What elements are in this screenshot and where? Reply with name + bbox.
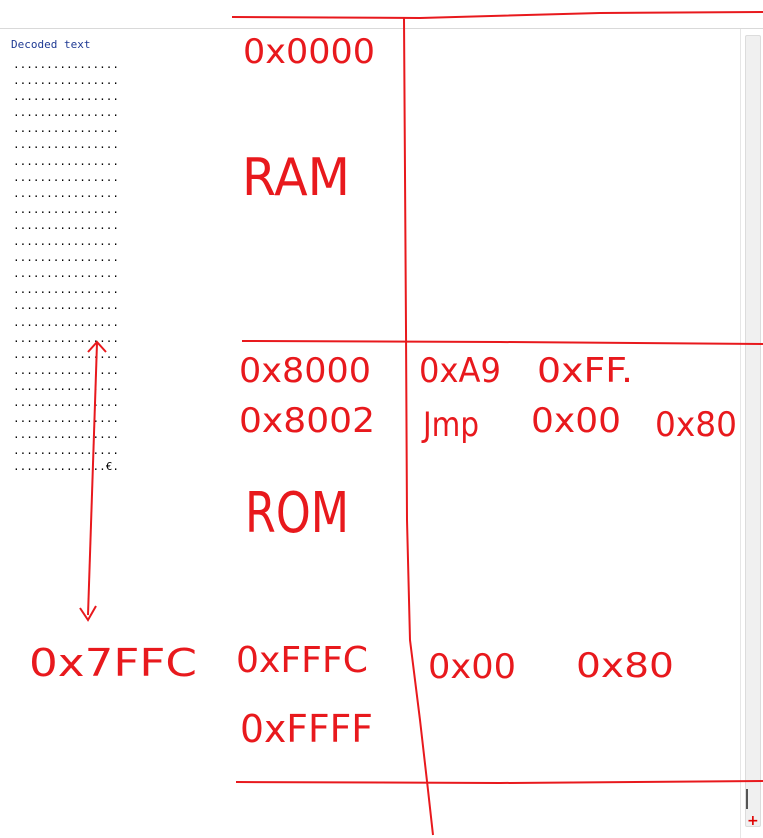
top-line (231, 11, 763, 20)
opcode-lda: 0xA9 (419, 351, 501, 391)
memory-map-drawing: 0x0000 RAM 0x8000 0x8002 0xA9 0xFF. Jmp … (29, 11, 763, 836)
reset-vector-high: 0x80 (576, 646, 674, 686)
rom-end-address: 0xFFFF (240, 707, 373, 751)
jmp-low-byte: 0x00 (531, 401, 621, 441)
reset-vector-low: 0x00 (428, 647, 516, 687)
rom-next-address: 0x8002 (239, 401, 375, 441)
offset-arrow (87, 342, 98, 616)
ram-start-address: 0x0000 (243, 32, 375, 72)
bottom-line (235, 780, 763, 785)
jmp-high-byte: 0x80 (655, 405, 737, 445)
rom-label: ROM (245, 481, 349, 546)
opcode-jmp: Jmp (421, 405, 479, 445)
opcode-lda-operand: 0xFF. (537, 351, 633, 391)
offset-label: 0x7FFC (29, 641, 197, 685)
ram-rom-boundary (241, 340, 763, 345)
reset-vector-address: 0xFFFC (236, 640, 368, 681)
rom-start-address: 0x8000 (239, 351, 371, 391)
ram-label: RAM (242, 148, 350, 208)
